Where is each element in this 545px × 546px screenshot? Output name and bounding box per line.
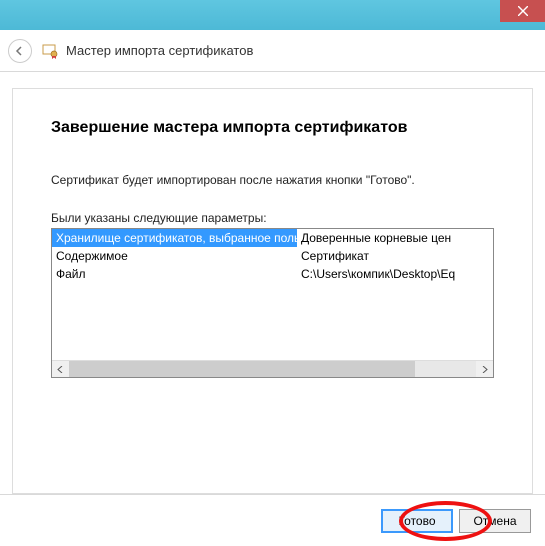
- titlebar: [0, 0, 545, 30]
- scroll-thumb[interactable]: [69, 361, 415, 377]
- chevron-left-icon: [57, 366, 64, 373]
- page-description: Сертификат будет импортирован после нажа…: [51, 173, 494, 187]
- param-key: Хранилище сертификатов, выбранное пользо…: [52, 229, 297, 247]
- close-button[interactable]: [500, 0, 545, 22]
- params-table-body: Хранилище сертификатов, выбранное пользо…: [52, 229, 493, 360]
- table-row[interactable]: Содержимое Сертификат: [52, 247, 493, 265]
- finish-button[interactable]: Готово: [381, 509, 453, 533]
- param-value: C:\Users\компик\Desktop\Eq: [297, 265, 493, 283]
- arrow-left-icon: [14, 45, 26, 57]
- back-button[interactable]: [8, 39, 32, 63]
- footer: Готово Отмена: [0, 494, 545, 546]
- scroll-track[interactable]: [69, 361, 476, 377]
- content-area: Завершение мастера импорта сертификатов …: [0, 72, 545, 494]
- wizard-header: Мастер импорта сертификатов: [0, 30, 545, 72]
- table-row[interactable]: Хранилище сертификатов, выбранное пользо…: [52, 229, 493, 247]
- horizontal-scrollbar[interactable]: [52, 360, 493, 377]
- table-row[interactable]: Файл C:\Users\компик\Desktop\Eq: [52, 265, 493, 283]
- param-value: Доверенные корневые цен: [297, 229, 493, 247]
- params-table: Хранилище сертификатов, выбранное пользо…: [51, 228, 494, 378]
- scroll-right-button[interactable]: [476, 361, 493, 378]
- cancel-button[interactable]: Отмена: [459, 509, 531, 533]
- wizard-page: Завершение мастера импорта сертификатов …: [12, 88, 533, 494]
- close-icon: [518, 6, 528, 16]
- chevron-right-icon: [481, 366, 488, 373]
- param-value: Сертификат: [297, 247, 493, 265]
- certificate-icon: [42, 43, 58, 59]
- scroll-left-button[interactable]: [52, 361, 69, 378]
- param-key: Файл: [52, 265, 297, 283]
- wizard-title: Мастер импорта сертификатов: [66, 43, 253, 58]
- page-heading: Завершение мастера импорта сертификатов: [51, 119, 494, 137]
- params-label: Были указаны следующие параметры:: [51, 211, 494, 225]
- param-key: Содержимое: [52, 247, 297, 265]
